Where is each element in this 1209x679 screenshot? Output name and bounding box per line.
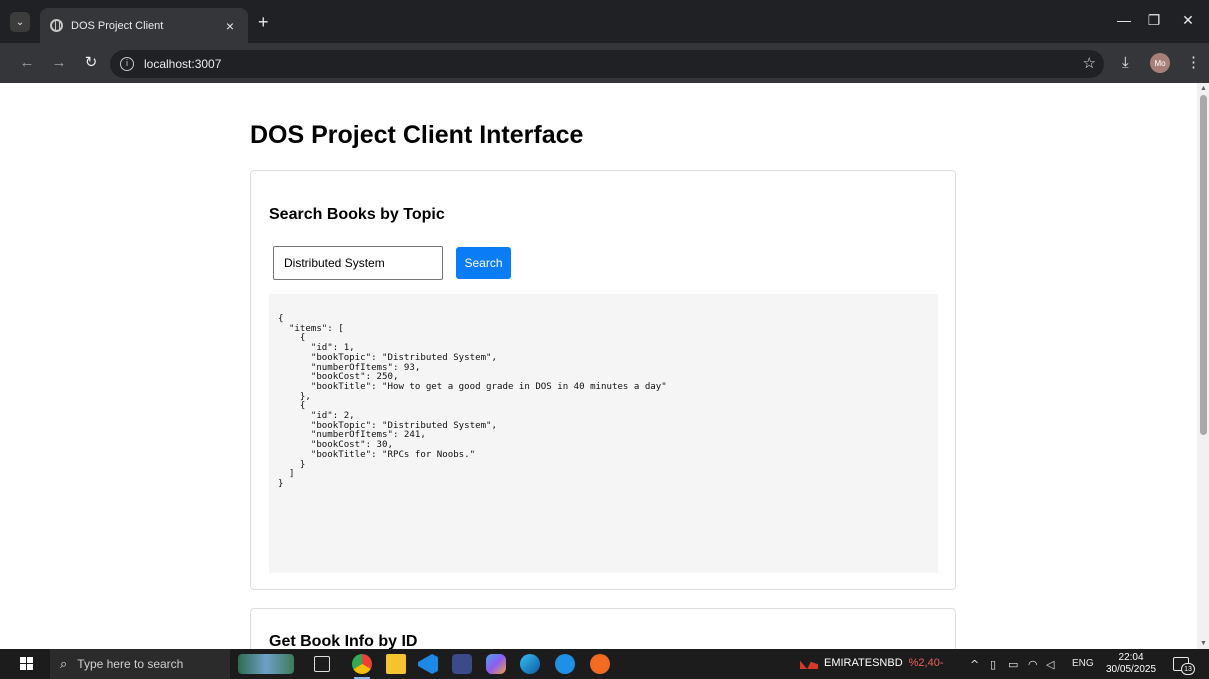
scroll-down-arrow-icon[interactable]: ▼ <box>1200 640 1207 647</box>
scrollbar-thumb[interactable] <box>1200 95 1207 435</box>
browser-tab-strip: ⌄ DOS Project Client × + — ❐ ✕ <box>0 0 1209 43</box>
stock-widget[interactable]: EMIRATESNBD %2,40- <box>800 657 944 669</box>
stock-name: EMIRATESNBD <box>824 657 903 669</box>
page-title: DOS Project Client Interface <box>250 121 584 149</box>
bookmark-star-icon[interactable]: ☆ <box>1083 54 1096 72</box>
scroll-up-arrow-icon[interactable]: ▲ <box>1200 85 1207 92</box>
tab-title: DOS Project Client <box>71 19 164 32</box>
reload-icon[interactable]: ↻ <box>82 54 100 72</box>
clock-time: 22:04 <box>1118 652 1144 663</box>
forward-arrow-icon[interactable]: → <box>50 54 68 72</box>
task-view-icon[interactable] <box>314 656 330 672</box>
browser-toolbar: ← → ↻ i localhost:3007 ☆ ⤓ ⋮ <box>0 43 1209 83</box>
taskbar-search-box[interactable]: ⌕ Type here to search <box>50 649 230 679</box>
file-explorer-icon[interactable] <box>386 654 406 674</box>
copilot-icon[interactable] <box>486 654 506 674</box>
ssms-icon[interactable] <box>452 654 472 674</box>
show-hidden-icons-chevron-icon[interactable]: ^ <box>970 658 979 671</box>
site-info-icon[interactable]: i <box>120 57 134 71</box>
edge-icon[interactable] <box>520 654 540 674</box>
windows-taskbar: ⌕ Type here to search EMIRATESNBD %2,40-… <box>0 649 1209 679</box>
clock-date: 30/05/2025 <box>1106 664 1157 675</box>
volume-icon[interactable]: ◁ <box>1046 658 1054 671</box>
search-result-box: { "items": [ { "id": 1, "bookTopic": "Di… <box>269 294 938 573</box>
url-text[interactable]: localhost:3007 <box>144 57 221 71</box>
vscode-icon[interactable] <box>418 654 438 674</box>
profile-avatar[interactable]: Mo <box>1150 53 1170 73</box>
tab-search-chevron-icon[interactable]: ⌄ <box>10 12 30 32</box>
search-section-heading: Search Books by Topic <box>269 206 445 223</box>
page-viewport: DOS Project Client Interface Search Book… <box>0 83 1197 649</box>
postman-icon[interactable] <box>590 654 610 674</box>
stock-change: %2,40- <box>908 657 944 669</box>
back-arrow-icon[interactable]: ← <box>18 54 36 72</box>
search-books-card: Search Books by Topic Search { "items": … <box>250 170 956 590</box>
stock-chart-icon <box>800 660 818 669</box>
more-menu-icon[interactable]: ⋮ <box>1186 54 1201 72</box>
search-button[interactable]: Search <box>456 247 511 279</box>
download-icon[interactable]: ⤓ <box>1122 54 1129 72</box>
docker-icon[interactable] <box>555 654 575 674</box>
wifi-icon[interactable]: ◠ <box>1028 658 1038 671</box>
widgets-scene-icon[interactable] <box>238 654 294 674</box>
new-tab-button[interactable]: + <box>258 13 269 31</box>
language-indicator[interactable]: ENG <box>1072 658 1094 669</box>
globe-icon <box>50 19 63 32</box>
search-result-json: { "items": [ { "id": 1, "bookTopic": "Di… <box>278 314 667 489</box>
address-bar[interactable]: i localhost:3007 ☆ <box>110 50 1104 78</box>
windows-start-icon[interactable] <box>20 657 34 671</box>
book-info-card: Get Book Info by ID <box>250 608 956 649</box>
battery-icon[interactable]: ▭ <box>1008 658 1018 671</box>
taskbar-clock[interactable]: 22:04 30/05/2025 <box>1106 652 1156 676</box>
restore-button[interactable]: ❐ <box>1144 12 1164 29</box>
browser-tab[interactable]: DOS Project Client × <box>40 8 248 43</box>
chrome-icon[interactable] <box>352 654 372 679</box>
taskbar-search-placeholder: Type here to search <box>77 657 184 671</box>
close-window-button[interactable]: ✕ <box>1178 12 1198 29</box>
device-icon[interactable]: ▯ <box>990 658 996 671</box>
minimize-button[interactable]: — <box>1114 12 1134 28</box>
search-icon: ⌕ <box>60 656 68 672</box>
page-scrollbar[interactable]: ▲ ▼ <box>1197 83 1209 649</box>
topic-search-input[interactable] <box>273 246 443 280</box>
notification-count-badge: 13 <box>1181 663 1195 675</box>
info-section-heading: Get Book Info by ID <box>269 633 418 649</box>
tab-close-icon[interactable]: × <box>222 18 238 34</box>
